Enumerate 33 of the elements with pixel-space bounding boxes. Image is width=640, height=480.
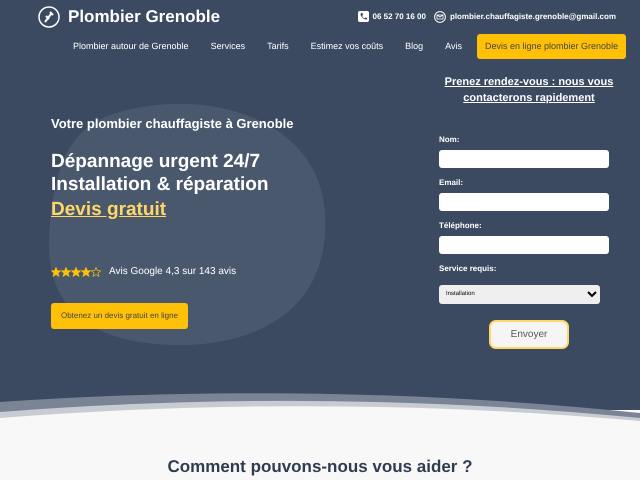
- input-field[interactable]: [439, 236, 609, 254]
- form-title: Prenez rendez-vous : nous vous contacterons rapidement: [444, 75, 614, 106]
- headline: Installation & réparation: [51, 172, 270, 196]
- nav-link[interactable]: Plombier autour de Grenoble: [62, 40, 200, 53]
- field-label: Service requis:: [439, 263, 498, 275]
- section-heading: Comment pouvons-nous vous aider ?: [166, 456, 474, 478]
- field-label: Téléphone:: [439, 220, 483, 232]
- input-field[interactable]: [439, 150, 609, 168]
- hero-subtitle: Votre plombier chauffagiste à Grenoble: [51, 115, 294, 133]
- headline-link[interactable]: Devis gratuit: [51, 198, 166, 220]
- phone-number: 06 52 70 16 00: [372, 10, 426, 23]
- nav-link[interactable]: Blog: [394, 40, 434, 53]
- email-address: plombier.chauffagiste.grenoble@gmail.com: [450, 10, 616, 23]
- nav-link[interactable]: Tarifs: [256, 40, 300, 53]
- plumber-logo-icon: [38, 6, 60, 28]
- phone-icon: [358, 11, 369, 22]
- star-icon: [61, 266, 71, 276]
- input-field[interactable]: [439, 193, 609, 211]
- field-label: Email:: [439, 177, 464, 189]
- submit-button[interactable]: Envoyer: [488, 320, 570, 348]
- email-icon: [434, 10, 446, 23]
- star-icon: [51, 266, 61, 276]
- site-title: Plombier Grenoble: [68, 6, 220, 28]
- star-icon: [71, 266, 81, 276]
- nav-link[interactable]: Services: [200, 40, 256, 53]
- nav-link[interactable]: Estimez vos coûts: [300, 40, 394, 53]
- headline: Dépannage urgent 24/7: [51, 150, 262, 172]
- star-icon: [81, 266, 91, 276]
- field-label: Nom:: [439, 134, 460, 146]
- quote-button[interactable]: Devis en ligne plombier Grenoble: [477, 34, 626, 59]
- nav-link[interactable]: Avis: [434, 40, 473, 53]
- rating-text: Avis Google 4,3 sur 143 avis: [109, 265, 236, 279]
- cta-button[interactable]: Obtenez un devis gratuit en ligne: [51, 303, 188, 329]
